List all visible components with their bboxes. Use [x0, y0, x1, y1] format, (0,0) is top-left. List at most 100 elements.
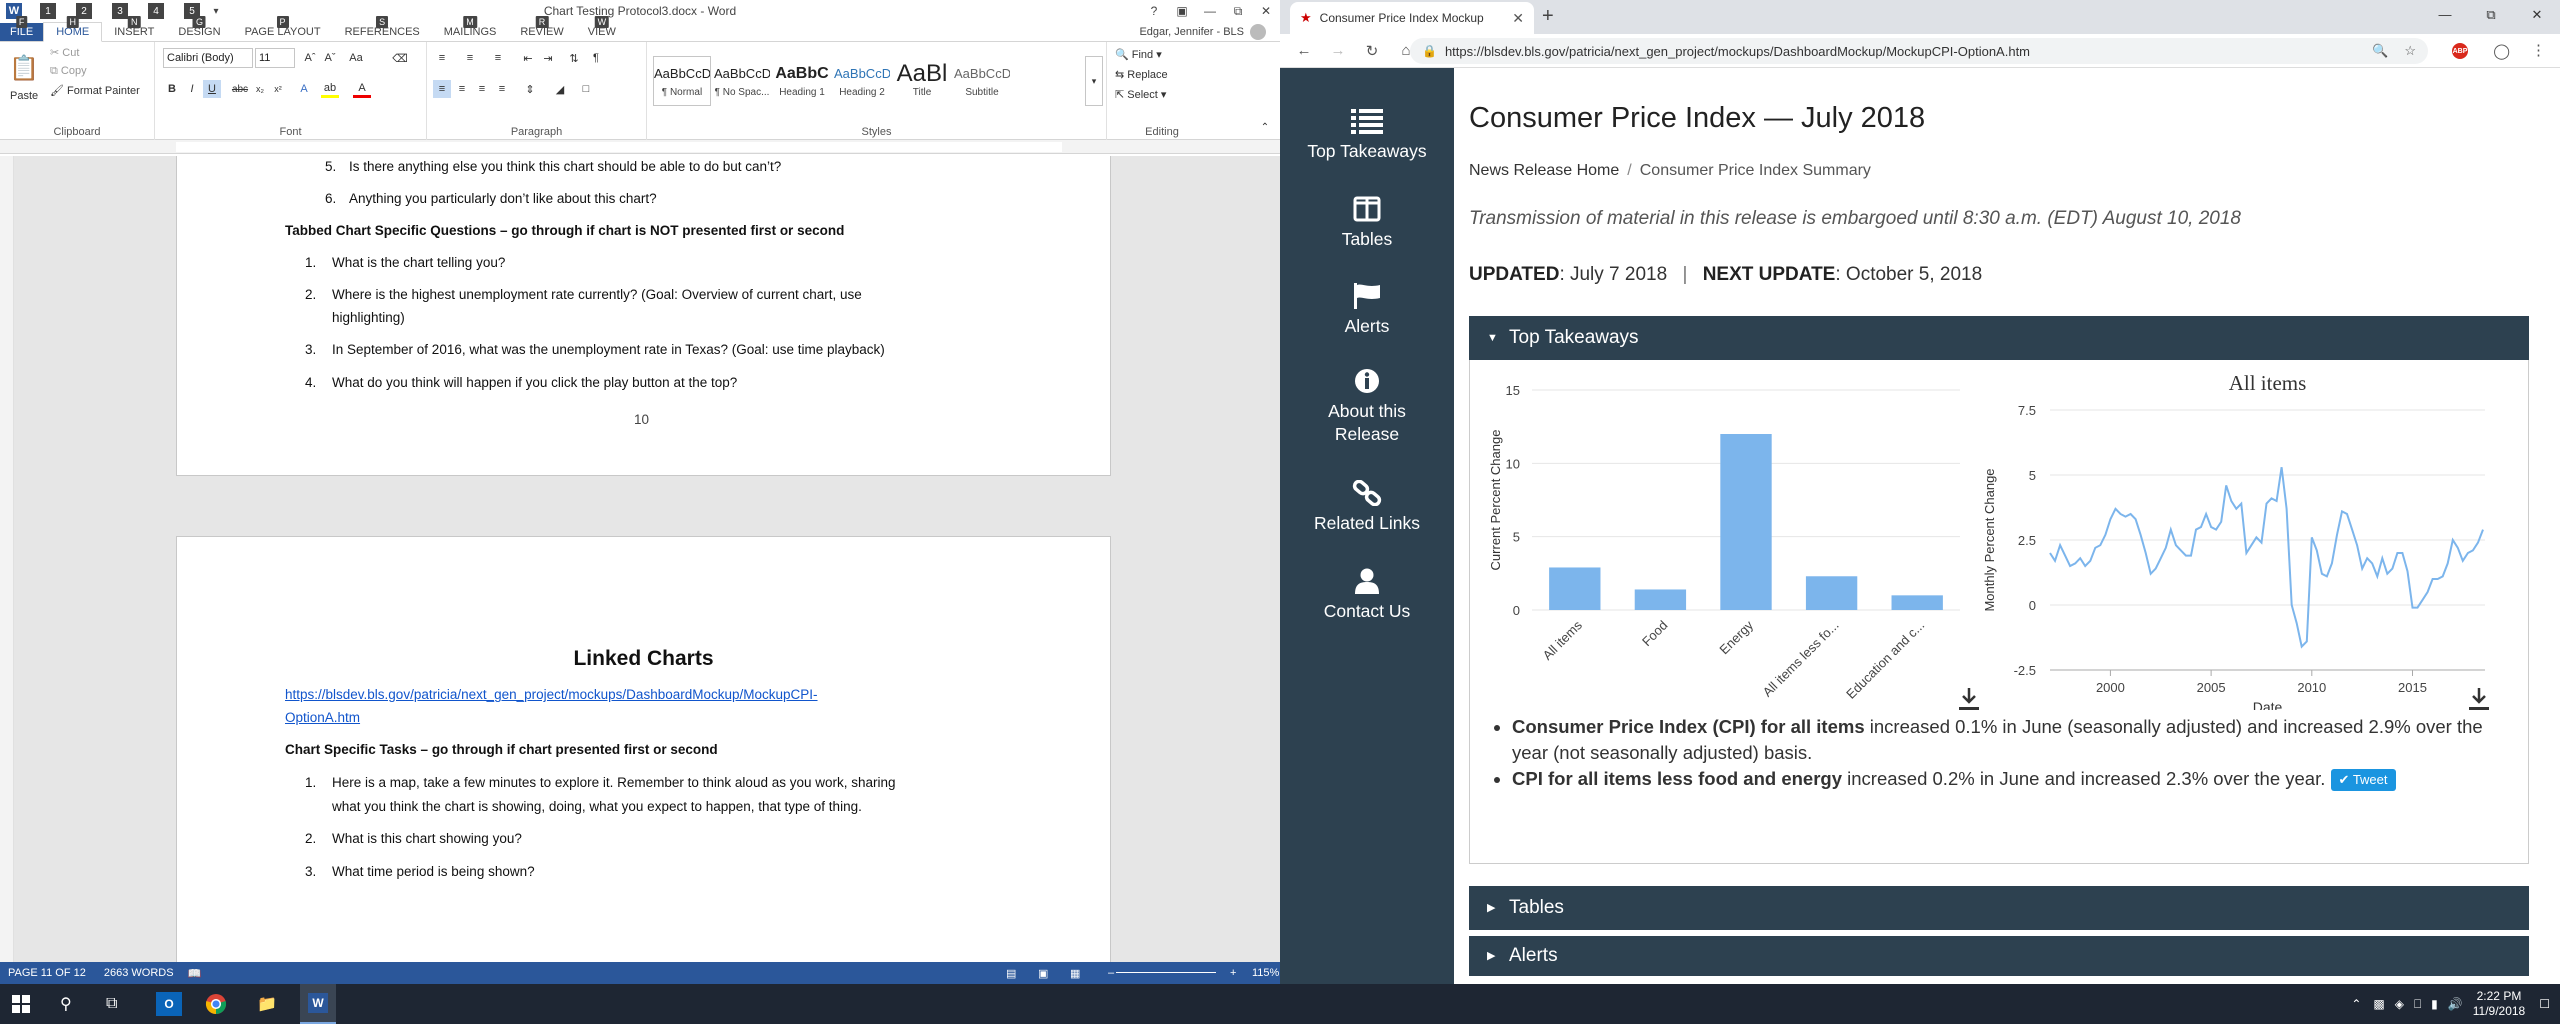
sidebar-item-top-takeaways[interactable]: Top Takeaways [1280, 108, 1454, 163]
zoom-out-icon[interactable]: – [1108, 967, 1114, 979]
line-spacing-icon[interactable]: ⇕ [521, 80, 539, 98]
collapse-ribbon-icon[interactable]: ⌃ [1256, 118, 1274, 136]
paste-button[interactable]: Paste [10, 90, 38, 102]
multilevel-list-icon[interactable]: ≡ [489, 49, 507, 67]
qat-badge-3[interactable]: 3 [112, 3, 128, 19]
align-left-icon[interactable]: ≡ [433, 80, 451, 98]
sidebar-item-contact-us[interactable]: Contact Us [1280, 568, 1454, 623]
document-link[interactable]: https://blsdev.bls.gov/patricia/next_gen… [285, 687, 818, 702]
task-view-icon[interactable]: ⧉ [106, 992, 117, 1016]
adblock-extension-icon[interactable]: ABP [2452, 43, 2468, 59]
select-button[interactable]: ⇱ Select ▾ [1115, 88, 1166, 101]
paste-icon[interactable]: 📋 [6, 50, 42, 86]
increase-indent-icon[interactable]: ⇥ [539, 49, 557, 67]
restore-icon[interactable]: ⧉ [2468, 0, 2514, 30]
bar-chart[interactable]: 0 5 10 15 Current Percent Change All items Foo… [1470, 360, 1970, 710]
style-title[interactable]: AaBl Title [893, 56, 951, 106]
format-painter-button[interactable]: 🖌 Format Painter [50, 84, 140, 97]
zoom-in-icon[interactable]: + [1230, 967, 1236, 979]
font-color-icon[interactable]: A [353, 80, 371, 98]
numbering-icon[interactable]: ≡ [461, 49, 479, 67]
tab-design[interactable]: DESIGN G [166, 16, 232, 41]
zoom-icon[interactable]: 🔍 [2372, 43, 2388, 59]
italic-icon[interactable]: I [183, 80, 201, 98]
minimize-icon[interactable]: — [1196, 0, 1224, 22]
download-chart-1-icon[interactable] [1958, 686, 1980, 712]
tray-overflow-icon[interactable]: ⌃ [2351, 997, 2361, 1011]
underline-icon[interactable]: U [203, 80, 221, 98]
find-button[interactable]: 🔍 Find ▾ [1115, 48, 1162, 61]
highlight-color-icon[interactable]: ab [321, 80, 339, 98]
sidebar-item-related-links[interactable]: Related Links [1280, 480, 1454, 535]
ribbon-display-icon[interactable]: ▣ [1168, 0, 1196, 22]
read-mode-icon[interactable]: ▤ [1006, 967, 1016, 980]
profile-icon[interactable]: ◯ [2493, 42, 2510, 60]
align-right-icon[interactable]: ≡ [473, 80, 491, 98]
clear-formatting-icon[interactable]: ⌫ [391, 49, 409, 67]
show-formatting-icon[interactable]: ¶ [587, 49, 605, 67]
justify-icon[interactable]: ≡ [493, 80, 511, 98]
browser-menu-icon[interactable]: ⋮ [2531, 41, 2546, 59]
grow-font-icon[interactable]: Aˆ [301, 49, 319, 67]
font-name-select[interactable]: Calibri (Body) [163, 48, 253, 68]
qat-badge-1[interactable]: 1 [40, 3, 56, 19]
cut-button[interactable]: ✂ Cut [50, 46, 79, 59]
horizontal-ruler[interactable] [0, 140, 1280, 154]
accordion-top-takeaways[interactable]: ▼ Top Takeaways [1469, 316, 2529, 360]
browser-tab[interactable]: ★ Consumer Price Index Mockup ✕ [1290, 2, 1534, 34]
user-account[interactable]: Edgar, Jennifer - BLS [1139, 24, 1266, 40]
accordion-alerts[interactable]: ▶ Alerts [1469, 936, 2529, 976]
word-count[interactable]: 2663 WORDS [104, 967, 174, 979]
tab-review[interactable]: REVIEW R [508, 16, 575, 41]
web-layout-icon[interactable]: ▦ [1070, 967, 1080, 980]
restore-icon[interactable]: ⧉ [1224, 0, 1252, 22]
zoom-slider[interactable] [1116, 972, 1216, 973]
accordion-tables[interactable]: ▶ Tables [1469, 886, 2529, 930]
text-effects-icon[interactable]: A [295, 80, 313, 98]
volume-icon[interactable]: 🔊 [2448, 997, 2463, 1011]
word-taskbar-icon[interactable]: W [300, 984, 336, 1024]
tab-file[interactable]: FILE F [0, 16, 44, 41]
tab-view[interactable]: VIEW W [576, 16, 628, 41]
sidebar-item-alerts[interactable]: Alerts [1280, 283, 1454, 338]
replace-button[interactable]: ⇆ Replace [1115, 68, 1168, 81]
back-icon[interactable]: ← [1294, 42, 1314, 59]
address-bar[interactable]: 🔒 https://blsdev.bls.gov/patricia/next_g… [1410, 38, 2428, 64]
breadcrumb-home-link[interactable]: News Release Home [1469, 162, 1619, 179]
network-icon[interactable]: ⎕ [2414, 997, 2421, 1012]
tab-page-layout[interactable]: PAGE LAYOUT P [233, 16, 333, 41]
search-icon[interactable]: ⚲ [60, 992, 72, 1016]
vertical-ruler[interactable] [0, 156, 14, 962]
chrome-icon[interactable] [204, 992, 228, 1016]
zoom-level[interactable]: 115% [1252, 967, 1279, 979]
close-tab-icon[interactable]: ✕ [1512, 10, 1524, 27]
change-case-icon[interactable]: Aa [347, 49, 365, 67]
download-chart-2-icon[interactable] [2468, 686, 2490, 712]
battery-icon[interactable]: ▮ [2431, 997, 2438, 1011]
style-no-spacing[interactable]: AaBbCcDc ¶ No Spac... [713, 56, 771, 106]
start-button[interactable] [12, 992, 30, 1016]
proofing-icon[interactable]: 📖 [188, 967, 202, 980]
line-chart[interactable]: All items -2.5 0 2.5 5 7.5 2000 2005 2010 2015 Dat… [1970, 360, 2510, 710]
tab-insert[interactable]: INSERT N [102, 16, 166, 41]
notifications-icon[interactable]: ☐ [2539, 997, 2550, 1011]
qat-badge-4[interactable]: 4 [148, 3, 164, 19]
help-icon[interactable]: ? [1140, 0, 1168, 22]
borders-icon[interactable]: □ [577, 80, 595, 98]
style-heading-1[interactable]: AaBbC Heading 1 [773, 56, 831, 106]
shrink-font-icon[interactable]: Aˇ [321, 49, 339, 67]
sidebar-item-tables[interactable]: Tables [1280, 196, 1454, 251]
clock[interactable]: 2:22 PM 11/9/2018 [2473, 989, 2526, 1019]
style-normal[interactable]: AaBbCcDc ¶ Normal [653, 56, 711, 106]
decrease-indent-icon[interactable]: ⇤ [519, 49, 537, 67]
document-link-continuation[interactable]: OptionA.htm [285, 710, 360, 725]
outlook-icon[interactable]: O [156, 992, 182, 1016]
close-icon[interactable]: ✕ [2514, 0, 2560, 30]
tweet-button[interactable]: ✔ Tweet [2330, 769, 2396, 792]
tab-references[interactable]: REFERENCES S [333, 16, 432, 41]
tab-home[interactable]: HOME H [43, 16, 103, 42]
customize-qat-icon[interactable]: ▾ [208, 3, 224, 19]
reload-icon[interactable]: ↻ [1362, 42, 1382, 60]
close-icon[interactable]: ✕ [1252, 0, 1280, 22]
new-tab-icon[interactable]: + [1542, 5, 1554, 28]
